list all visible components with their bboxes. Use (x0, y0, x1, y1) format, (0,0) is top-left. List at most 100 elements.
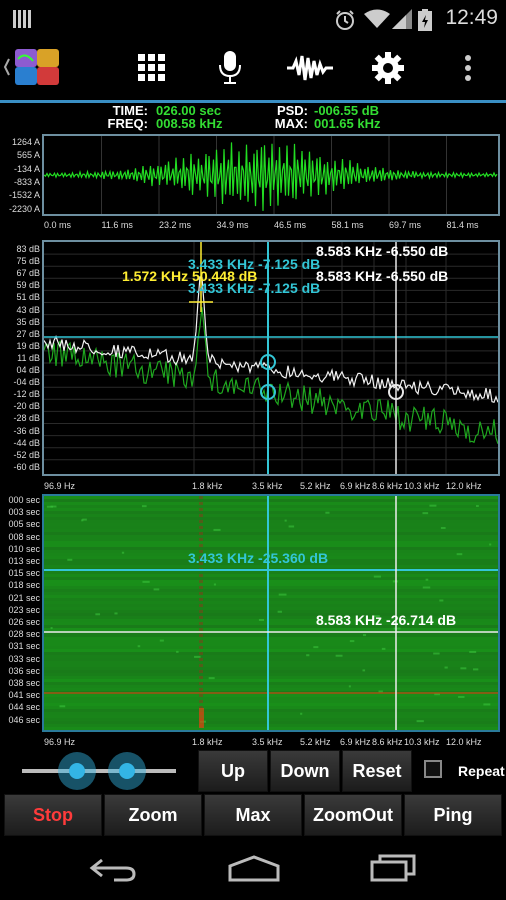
spectrum-y-tick: -52 dB (13, 449, 40, 460)
spectrum-cursor-readout-white-2: 8.583 KHz -6.550 dB (316, 268, 449, 284)
max-label: MAX: (274, 116, 308, 131)
spectrogram-y-tick: 008 sec (8, 531, 40, 542)
slider-thumb-right[interactable] (108, 752, 146, 790)
spectrogram-y-tick: 000 sec (8, 495, 40, 505)
spectrogram-y-tick: 003 sec (8, 507, 40, 518)
spectrum-y-tick: 67 dB (16, 268, 40, 279)
action-bar (0, 36, 506, 103)
spectrum-y-tick: -60 dB (13, 461, 40, 472)
spectrum-y-tick: 83 dB (16, 244, 40, 254)
microphone-icon[interactable] (202, 42, 258, 94)
reset-button[interactable]: Reset (342, 750, 412, 792)
spectrogram-y-tick: 044 sec (8, 702, 40, 713)
down-button[interactable]: Down (270, 750, 340, 792)
waveform-x-tick: 69.7 ms (389, 220, 422, 230)
spectrum-y-tick: 75 dB (16, 256, 40, 267)
slider-thumb-left[interactable] (58, 752, 96, 790)
spectrum-y-tick: -20 dB (13, 401, 40, 412)
settings-gear-icon[interactable] (360, 42, 416, 94)
spectrogram-y-tick: 033 sec (8, 653, 40, 664)
spectrogram-y-tick: 015 sec (8, 568, 40, 579)
spectrum-y-tick: -04 dB (13, 377, 40, 388)
spectrogram-y-tick: 018 sec (8, 580, 40, 591)
spectrogram-y-tick: 036 sec (8, 665, 40, 676)
spectrum-cursor-readout-cyan-2: 3.433 KHz -7.125 dB (188, 280, 321, 296)
spectrogram-cursor-readout-white: 8.583 KHz -26.714 dB (316, 612, 457, 628)
freq-value: 008.58 kHz (156, 116, 223, 131)
spectrum-y-tick: 51 dB (16, 292, 40, 303)
spectrum-x-tick: 5.2 kHz (300, 481, 331, 491)
spectrum-x-tick: 1.8 kHz (192, 481, 223, 491)
spectrogram-y-tick: 028 sec (8, 629, 40, 640)
spectrum-y-tick: 35 dB (16, 316, 40, 327)
spectrogram-x-tick: 5.2 kHz (300, 737, 331, 747)
spectrogram-y-tick: 021 sec (8, 592, 40, 603)
zoom-button[interactable]: Zoom (104, 794, 202, 836)
spectrogram-x-tick: 12.0 kHz (446, 737, 482, 747)
spectrum-y-tick: 59 dB (16, 280, 40, 291)
waveform-y-tick: -134 A (13, 163, 40, 174)
recent-apps-icon[interactable] (368, 854, 418, 887)
overflow-menu-icon[interactable] (440, 42, 496, 94)
spectrogram-x-tick: 96.9 Hz (44, 737, 76, 747)
waveform-y-tick: -1532 A (8, 190, 40, 201)
notification-icon (12, 10, 34, 33)
spectrogram-cursor-readout-cyan: 3.433 KHz -25.360 dB (188, 550, 329, 566)
waveform-y-tick: -2230 A (8, 203, 40, 214)
spectrogram-y-tick: 010 sec (8, 543, 40, 554)
stop-button[interactable]: Stop (4, 794, 102, 836)
wifi-icon (364, 9, 390, 34)
status-bar: 12:49 (0, 0, 506, 36)
spectrum-y-tick: 43 dB (16, 304, 40, 315)
spectrogram-y-tick: 041 sec (8, 690, 40, 701)
waveform-x-tick: 0.0 ms (44, 220, 72, 230)
waveform-y-tick: 1264 A (11, 137, 40, 147)
spectrogram-x-tick: 3.5 kHz (252, 737, 283, 747)
readout-panel: TIME: 026.00 sec FREQ: 008.58 kHz PSD: -… (0, 103, 506, 132)
zoomout-button[interactable]: ZoomOut (304, 794, 402, 836)
repeat-checkbox[interactable] (424, 760, 442, 778)
spectrum-y-tick: 27 dB (16, 328, 40, 339)
waveform-y-tick: -833 A (13, 176, 40, 187)
battery-icon (418, 9, 432, 36)
spectrum-cursor-readout-white-1: 8.583 KHz -6.550 dB (316, 243, 449, 259)
grid-icon[interactable] (124, 42, 180, 94)
waveform-icon[interactable] (282, 42, 338, 94)
spectrogram-y-tick: 031 sec (8, 641, 40, 652)
back-icon[interactable] (88, 856, 138, 887)
waveform-x-tick: 46.5 ms (274, 220, 307, 230)
waveform-x-tick: 11.6 ms (101, 220, 133, 230)
clock: 12:49 (445, 6, 498, 29)
ping-button[interactable]: Ping (404, 794, 502, 836)
spectrum-x-tick: 12.0 kHz (446, 481, 482, 491)
spectrogram-x-tick: 8.6 kHz (372, 737, 403, 747)
home-icon[interactable] (226, 854, 282, 887)
spectrogram-panel[interactable]: 3.433 KHz -25.360 dB 8.583 KHz -26.714 d… (42, 494, 500, 732)
spectrogram-y-tick: 046 sec (8, 714, 40, 725)
range-slider[interactable] (20, 752, 198, 792)
waveform-x-tick: 23.2 ms (159, 220, 192, 230)
signal-icon (392, 9, 412, 34)
spectrum-panel[interactable]: 8.583 KHz -6.550 dB 3.433 KHz -7.125 dB … (42, 240, 500, 476)
max-button[interactable]: Max (204, 794, 302, 836)
spectrogram-x-tick: 1.8 kHz (192, 737, 223, 747)
spectrum-x-tick: 6.9 kHz (340, 481, 371, 491)
waveform-x-tick: 58.1 ms (331, 220, 364, 230)
max-value: 001.65 kHz (314, 116, 381, 131)
spectrogram-y-tick: 023 sec (8, 604, 40, 615)
spectrum-y-tick: 04 dB (16, 365, 40, 375)
spectrum-x-tick: 8.6 kHz (372, 481, 403, 491)
waveform-plot (44, 136, 498, 214)
spectrum-x-tick: 10.3 kHz (404, 481, 440, 491)
spectrogram-y-tick: 026 sec (8, 617, 40, 627)
alarm-icon (334, 9, 356, 36)
freq-label: FREQ: (107, 116, 148, 131)
spectrum-y-tick: 19 dB (16, 340, 40, 351)
spectrogram-x-tick: 10.3 kHz (404, 737, 440, 747)
spectrogram-y-tick: 005 sec (8, 519, 40, 530)
spectrum-y-tick: -44 dB (13, 437, 40, 448)
waveform-y-tick: 565 A (16, 150, 40, 161)
waveform-panel[interactable] (42, 134, 500, 216)
up-button[interactable]: Up (198, 750, 268, 792)
app-logo-button[interactable] (2, 42, 66, 94)
